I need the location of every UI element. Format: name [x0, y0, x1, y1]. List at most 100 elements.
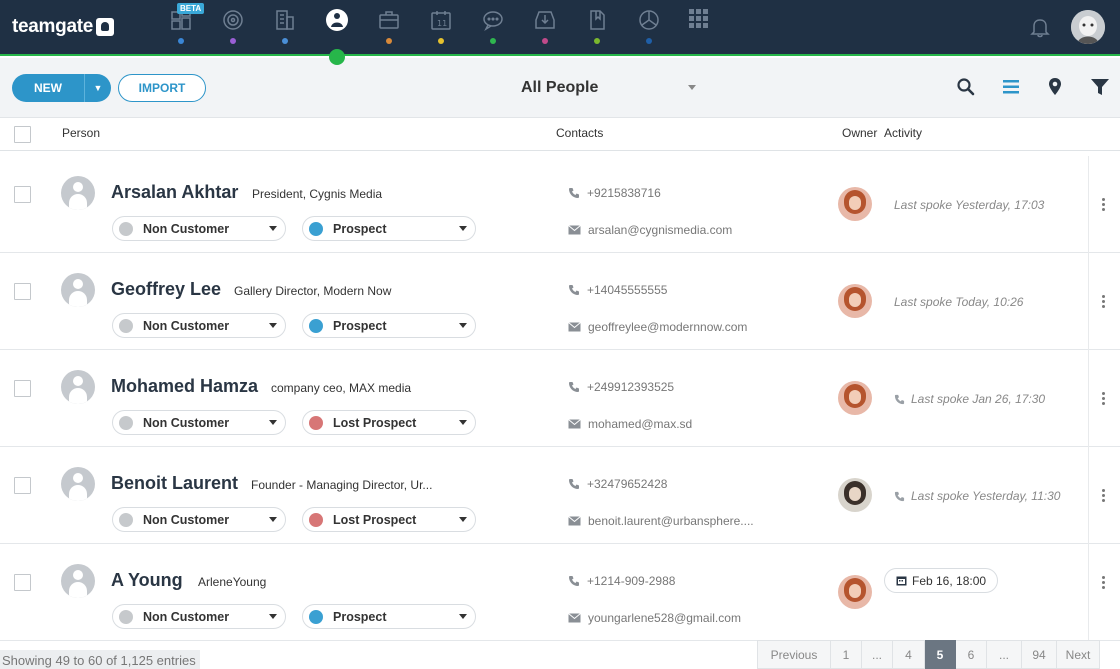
list-view-icon[interactable]: [1001, 77, 1021, 97]
nav-dashboard[interactable]: BETA: [168, 3, 205, 50]
row-checkbox[interactable]: [14, 283, 31, 300]
customer-status-value: Non Customer: [143, 319, 230, 333]
nav-reports[interactable]: [636, 6, 662, 50]
view-selector-caret[interactable]: [688, 85, 696, 90]
nav-messages[interactable]: [480, 6, 506, 50]
nav-people[interactable]: [324, 6, 350, 50]
pagination-ellipsis: ...: [862, 640, 893, 669]
column-owner[interactable]: Owner: [842, 126, 877, 140]
nav-inbox[interactable]: [532, 6, 558, 50]
phone-contact[interactable]: +14045555555: [568, 283, 667, 297]
new-dropdown-caret[interactable]: ▼: [84, 74, 111, 102]
pagination-page[interactable]: 94: [1022, 640, 1057, 669]
email-icon: [568, 613, 581, 623]
person-name[interactable]: Geoffrey Lee: [111, 279, 221, 300]
email-contact[interactable]: arsalan@cygnismedia.com: [568, 223, 732, 237]
stage-dropdown[interactable]: Lost Prospect: [302, 410, 476, 435]
row-checkbox[interactable]: [14, 574, 31, 591]
owner-avatar[interactable]: [838, 478, 872, 512]
customer-status-value: Non Customer: [143, 513, 230, 527]
row-menu-button[interactable]: [1088, 544, 1120, 641]
column-person[interactable]: Person: [62, 126, 100, 140]
nav-dot: [178, 38, 184, 44]
phone-contact[interactable]: +9215838716: [568, 186, 661, 200]
row-menu-button[interactable]: [1088, 447, 1120, 544]
user-avatar[interactable]: [1071, 10, 1105, 44]
pagination-page[interactable]: 6: [956, 640, 987, 669]
pagination-page-current[interactable]: 5: [925, 640, 956, 669]
customer-status-dropdown[interactable]: Non Customer: [112, 216, 286, 241]
nav-calendar[interactable]: 11: [428, 6, 454, 50]
owner-avatar[interactable]: [838, 284, 872, 318]
row-menu-button[interactable]: [1088, 156, 1120, 253]
pagination-page[interactable]: 4: [893, 640, 925, 669]
table-row[interactable]: Geoffrey Lee Gallery Director, Modern No…: [0, 253, 1120, 350]
nav-companies[interactable]: [272, 6, 298, 50]
view-selector[interactable]: All People: [521, 79, 598, 97]
stage-dot: [309, 222, 323, 236]
phone-icon: [569, 479, 579, 489]
phone-icon: [569, 382, 579, 392]
row-checkbox[interactable]: [14, 186, 31, 203]
phone-contact[interactable]: +1214-909-2988: [568, 574, 675, 588]
table-row[interactable]: Arsalan Akhtar President, Cygnis Media N…: [0, 156, 1120, 253]
nav-documents[interactable]: [584, 6, 610, 50]
stage-dropdown[interactable]: Lost Prospect: [302, 507, 476, 532]
select-all-checkbox[interactable]: [14, 126, 31, 143]
person-name[interactable]: A Young: [111, 570, 183, 591]
person-avatar: [61, 467, 95, 501]
table-row[interactable]: Mohamed Hamza company ceo, MAX media Non…: [0, 350, 1120, 447]
person-name[interactable]: Mohamed Hamza: [111, 376, 258, 397]
nav-apps[interactable]: [686, 6, 712, 50]
activity-text: Last spoke Yesterday, 17:03: [894, 198, 1045, 212]
customer-status-dropdown[interactable]: Non Customer: [112, 410, 286, 435]
phone-value: +32479652428: [587, 477, 668, 491]
email-contact[interactable]: youngarlene528@gmail.com: [568, 611, 741, 625]
email-contact[interactable]: benoit.laurent@urbansphere....: [568, 514, 754, 528]
pagination-next[interactable]: Next: [1057, 640, 1100, 669]
customer-status-dropdown[interactable]: Non Customer: [112, 313, 286, 338]
row-checkbox[interactable]: [14, 380, 31, 397]
row-menu-button[interactable]: [1088, 350, 1120, 447]
customer-status-dropdown[interactable]: Non Customer: [112, 507, 286, 532]
person-name[interactable]: Arsalan Akhtar: [111, 182, 238, 203]
table-row[interactable]: A Young ArleneYoung Non Customer Prospec…: [0, 544, 1120, 641]
apps-grid-icon: [689, 9, 708, 28]
customer-status-dropdown[interactable]: Non Customer: [112, 604, 286, 629]
dropdown-caret: [459, 226, 467, 231]
stage-dropdown[interactable]: Prospect: [302, 604, 476, 629]
chat-icon: [483, 11, 503, 31]
phone-contact[interactable]: +249912393525: [568, 380, 674, 394]
stage-dropdown[interactable]: Prospect: [302, 313, 476, 338]
person-name[interactable]: Benoit Laurent: [111, 473, 238, 494]
import-button[interactable]: IMPORT: [118, 74, 206, 102]
nav-dot: [542, 38, 548, 44]
nav-deals[interactable]: [376, 6, 402, 50]
pagination-previous[interactable]: Previous: [757, 640, 831, 669]
stage-dropdown[interactable]: Prospect: [302, 216, 476, 241]
email-contact[interactable]: geoffreylee@modernnow.com: [568, 320, 747, 334]
last-activity: Last spoke Yesterday, 17:03: [894, 198, 1044, 212]
column-contacts[interactable]: Contacts: [556, 126, 603, 140]
owner-avatar[interactable]: [838, 381, 872, 415]
inbox-download-icon: [535, 11, 555, 29]
new-button[interactable]: NEW ▼: [12, 74, 111, 102]
scheduled-activity-button[interactable]: Feb 16, 18:00: [884, 568, 998, 593]
filter-icon[interactable]: [1090, 77, 1110, 97]
app-logo[interactable]: teamgate: [12, 16, 115, 38]
beta-badge: BETA: [177, 3, 205, 14]
phone-contact[interactable]: +32479652428: [568, 477, 667, 491]
search-icon[interactable]: [956, 77, 976, 97]
table-row[interactable]: Benoit Laurent Founder - Managing Direct…: [0, 447, 1120, 544]
column-activity[interactable]: Activity: [884, 126, 922, 140]
row-menu-button[interactable]: [1088, 253, 1120, 350]
dropdown-caret: [269, 323, 277, 328]
map-pin-icon[interactable]: [1046, 77, 1064, 97]
owner-avatar[interactable]: [838, 187, 872, 221]
row-checkbox[interactable]: [14, 477, 31, 494]
owner-avatar[interactable]: [838, 575, 872, 609]
nav-targets[interactable]: [220, 6, 246, 50]
pagination-page[interactable]: 1: [831, 640, 862, 669]
bell-icon[interactable]: [1030, 16, 1050, 38]
email-contact[interactable]: mohamed@max.sd: [568, 417, 692, 431]
